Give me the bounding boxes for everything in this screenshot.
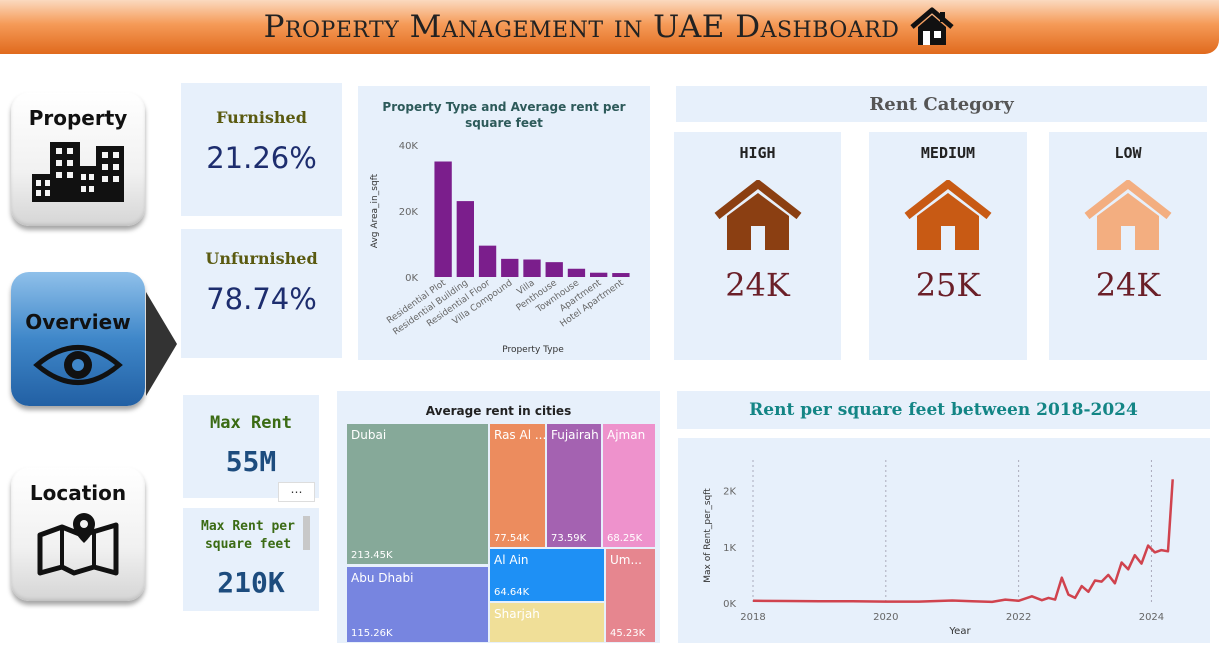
x-tick-label: 2024 [1139, 612, 1164, 623]
treemap-cell-name: Abu Dhabi [351, 571, 414, 585]
unfurnished-card: Unfurnished 78.74% [181, 229, 342, 358]
rent-category-title: Rent Category [869, 93, 1014, 115]
max-rent-value: 55M [225, 445, 277, 478]
treemap-cell[interactable]: Al Ain 64.64K [490, 549, 604, 601]
y-tick-label: 40K [399, 141, 419, 152]
treemap-cell-name: Sharjah [494, 607, 540, 621]
cities-treemap-card: Average rent in cities Dubai 213.45K Abu D… [337, 391, 660, 643]
furnished-value: 21.26% [206, 141, 317, 175]
x-axis-title: Year [948, 626, 971, 637]
bar-chart-title: Property Type and Average rent per squar… [382, 100, 626, 130]
bar[interactable] [456, 201, 474, 277]
x-tick-label: 2022 [1006, 612, 1031, 623]
treemap-cell[interactable]: Ras Al ... 77.54K [490, 424, 545, 547]
scrollbar[interactable] [303, 516, 310, 550]
y-tick-label: 0K [405, 273, 418, 284]
house-door [750, 226, 765, 250]
bar[interactable] [612, 273, 630, 277]
unfurnished-label: Unfurnished [205, 249, 318, 268]
treemap-cell[interactable]: Um... 45.23K [606, 549, 655, 642]
max-rent-sqft-value: 210K [217, 566, 285, 599]
treemap-cell-name: Dubai [351, 428, 387, 442]
treemap-cell-value: 77.54K [494, 533, 530, 544]
buildings-icon [32, 142, 124, 202]
max-rent-sqft-card: Max Rent per square feet 210K [183, 508, 319, 611]
y-tick-label: 1K [723, 543, 736, 554]
treemap-cell-value: 45.23K [610, 628, 646, 639]
x-tick-label: 2020 [873, 612, 898, 623]
line-chart-card: 2018 2020 2022 2024 0K 1K 2K Max of Rent_per_sq… [678, 438, 1210, 643]
house-icon [714, 180, 801, 250]
house-door [1121, 226, 1135, 250]
max-rent-label: Max Rent [210, 413, 292, 433]
more-options-icon[interactable]: ⋯ [278, 482, 315, 502]
rent-high-value: 24K [725, 266, 790, 304]
max-rent-sqft-label: Max Rent per square feet [201, 519, 295, 552]
line-chart-title: Rent per square feet between 2018-2024 [749, 400, 1138, 420]
rent-medium-label: MEDIUM [920, 144, 976, 162]
line-chart-header: Rent per square feet between 2018-2024 [677, 391, 1210, 429]
active-nav-arrow [146, 292, 177, 396]
treemap-cell[interactable]: Ajman 68.25K [603, 424, 655, 547]
y-tick-label: 0K [723, 599, 736, 610]
y-axis-title: Avg Area_in_sqft [370, 173, 380, 248]
treemap-cell-name: Ajman [607, 428, 646, 442]
bar[interactable] [434, 161, 452, 278]
unfurnished-value: 78.74% [206, 282, 317, 316]
house-icon [1084, 180, 1172, 250]
treemap-cell[interactable]: Fujairah 73.59K [547, 424, 601, 547]
nav-overview-button[interactable]: Overview [11, 272, 145, 406]
treemap-cell-value: 68.25K [607, 533, 643, 544]
house-icon [910, 7, 955, 45]
property-type-chart-card: Property Type and Average rent per squar… [358, 86, 650, 360]
line-series[interactable] [752, 479, 1174, 604]
treemap-cell-name: Um... [610, 553, 642, 567]
y-axis-title: Max of Rent_per_sqft [703, 488, 713, 583]
treemap-cell-name: Ras Al ... [494, 428, 545, 442]
rent-low-label: LOW [1114, 144, 1142, 162]
bar-chart-svg: 0K20K40KResidential PlotResidential Buil… [370, 141, 630, 355]
bar[interactable] [501, 258, 519, 277]
y-tick-label: 2K [723, 487, 736, 498]
treemap-cell[interactable]: Abu Dhabi 115.26K [347, 567, 488, 642]
eye-icon [33, 345, 123, 385]
rent-medium-card: MEDIUM 25K [869, 132, 1027, 360]
rent-high-label: HIGH [739, 144, 776, 162]
nav-overview-label: Overview [25, 310, 131, 334]
rent-high-card: HIGH 24K [674, 132, 841, 360]
rent-medium-value: 25K [915, 266, 981, 304]
nav-location-button[interactable]: Location [11, 467, 145, 601]
x-axis-title: Property Type [502, 345, 564, 355]
nav-property-button[interactable]: Property [11, 92, 145, 226]
page-title: Property Management in UAE Dashboard [0, 5, 1219, 49]
furnished-card: Furnished 21.26% [181, 83, 342, 216]
house-icon [904, 180, 992, 250]
bar[interactable] [545, 262, 563, 277]
furnished-label: Furnished [216, 108, 307, 127]
treemap-cell-name: Fujairah [551, 428, 599, 442]
rent-low-card: LOW 24K [1049, 132, 1207, 360]
nav-property-label: Property [28, 106, 128, 130]
nav-location-label: Location [29, 481, 127, 505]
treemap-cell-value: 115.26K [351, 628, 393, 639]
treemap-cell-value: 64.64K [494, 587, 530, 598]
treemap: Dubai 213.45K Abu Dhabi 115.26K Ras Al ... 77… [337, 391, 660, 643]
bar[interactable] [590, 272, 608, 277]
treemap-cell-name: Al Ain [494, 553, 529, 567]
treemap-cell[interactable]: Dubai 213.45K [347, 424, 488, 564]
map-pin-icon [37, 513, 119, 576]
treemap-cell[interactable]: Sharjah [490, 603, 604, 642]
treemap-cell-value: 213.45K [351, 550, 393, 561]
page-title-text: Property Management in UAE Dashboard [263, 9, 900, 45]
rent-category-header: Rent Category [676, 86, 1207, 122]
house-door [941, 226, 955, 250]
bar[interactable] [478, 245, 497, 277]
x-tick-label: 2018 [740, 612, 765, 623]
treemap-cell-value: 73.59K [551, 533, 587, 544]
line-chart-svg: 2018 2020 2022 2024 0K 1K 2K Max of Rent_per_sq… [703, 460, 1174, 637]
bar[interactable] [567, 268, 586, 277]
rent-low-value: 24K [1095, 266, 1161, 304]
bar[interactable] [523, 259, 541, 277]
y-tick-label: 20K [399, 207, 419, 218]
